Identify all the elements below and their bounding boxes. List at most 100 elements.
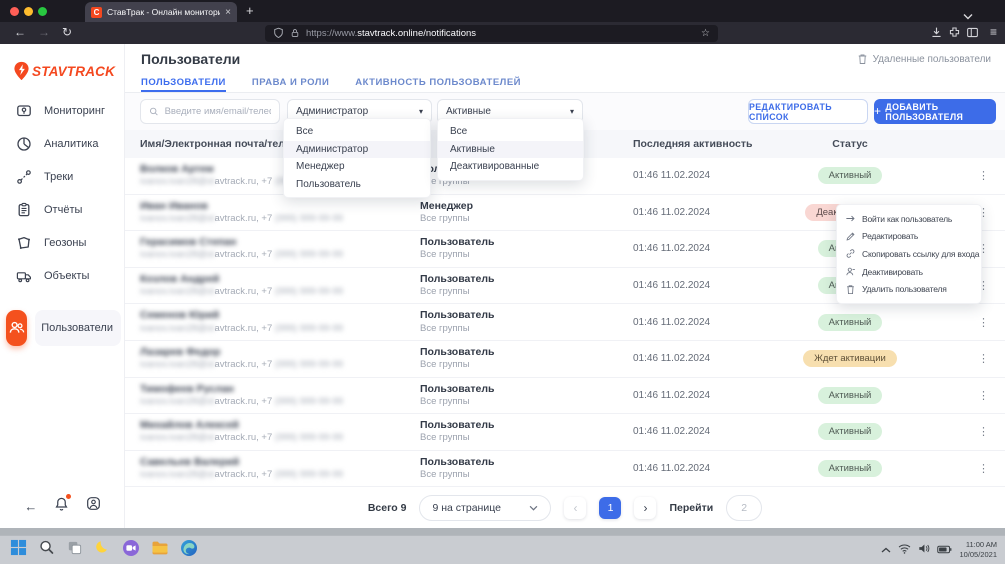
user-role-cell: Пользователь Все группы bbox=[420, 309, 633, 334]
user-email: ivanov.ivan28@stavtrack.ru, +7 (999) 999… bbox=[140, 286, 420, 298]
tab-item[interactable]: ПОЛЬЗОВАТЕЛИ bbox=[141, 72, 226, 92]
sidebar-toggle-icon[interactable] bbox=[966, 26, 979, 44]
goto-label: Перейти bbox=[669, 502, 713, 514]
row-menu-button[interactable]: ⋮ bbox=[978, 279, 1005, 292]
sidebar-item-analytics[interactable]: Аналитика bbox=[0, 127, 125, 160]
sidebar-menu: Мониторинг Аналитика Треки Отчёты Геозон… bbox=[0, 94, 125, 346]
column-activity: Последняя активность bbox=[633, 138, 790, 150]
notifications-bell-icon[interactable] bbox=[54, 496, 69, 517]
sidebar-item-monitoring[interactable]: Мониторинг bbox=[0, 94, 125, 127]
edit-list-button[interactable]: РЕДАКТИРОВАТЬ СПИСОК bbox=[748, 99, 868, 124]
status-cell: Активный bbox=[790, 167, 910, 184]
user-name-cell: Лазарев Федор ivanov.ivan28@stavtrack.ru… bbox=[140, 346, 420, 371]
login-as-user-item[interactable]: Войти как пользователь bbox=[837, 210, 981, 228]
row-menu-button[interactable]: ⋮ bbox=[978, 389, 1005, 402]
download-icon[interactable] bbox=[930, 26, 943, 44]
dropdown-option[interactable]: Деактивированные bbox=[438, 158, 583, 176]
sidebar-item-geozones[interactable]: Геозоны bbox=[0, 226, 125, 259]
battery-icon[interactable] bbox=[937, 541, 952, 559]
delete-user-item[interactable]: Удалить пользователя bbox=[837, 280, 981, 298]
lock-icon[interactable] bbox=[290, 27, 300, 39]
status-cell: Ждет активации bbox=[790, 350, 910, 367]
row-menu-button[interactable]: ⋮ bbox=[978, 206, 1005, 219]
tab-item[interactable]: АКТИВНОСТЬ ПОЛЬЗОВАТЕЛЕЙ bbox=[355, 72, 521, 92]
chevron-down-icon: ▾ bbox=[570, 107, 574, 116]
last-activity: 01:46 11.02.2024 bbox=[633, 426, 790, 437]
row-menu-button[interactable]: ⋮ bbox=[978, 316, 1005, 329]
deleted-users-link[interactable]: Удаленные пользователи bbox=[857, 53, 991, 65]
tray-chevron-up-icon[interactable] bbox=[881, 541, 891, 559]
copy-login-link-item[interactable]: Скопировать ссылку для входа bbox=[837, 245, 981, 263]
tab-item[interactable]: ПРАВА И РОЛИ bbox=[252, 72, 329, 92]
new-tab-button[interactable]: + bbox=[246, 3, 254, 18]
user-email: ivanov.ivan28@stavtrack.ru, +7 (999) 999… bbox=[140, 432, 420, 444]
dropdown-option[interactable]: Пользователь bbox=[284, 176, 430, 194]
last-activity: 01:46 11.02.2024 bbox=[633, 243, 790, 254]
goto-page-input[interactable] bbox=[726, 495, 762, 521]
current-page-button[interactable]: 1 bbox=[599, 497, 621, 519]
user-name: Иван Иванов bbox=[140, 200, 420, 213]
moon-app-icon[interactable] bbox=[94, 539, 111, 561]
reload-button[interactable]: ↻ bbox=[62, 25, 72, 39]
sidebar-item-objects[interactable]: Объекты bbox=[0, 259, 125, 292]
browser-tab[interactable]: C СтавТрак - Онлайн мониторин × bbox=[85, 2, 237, 22]
user-name: Герасимов Степан bbox=[140, 236, 420, 249]
extensions-puzzle-icon[interactable] bbox=[948, 26, 961, 44]
sidebar-item-label: Треки bbox=[44, 171, 73, 183]
total-count: Всего 9 bbox=[368, 502, 407, 514]
window-zoom-button[interactable] bbox=[38, 7, 47, 16]
file-explorer-icon[interactable] bbox=[151, 540, 169, 561]
start-button-icon[interactable] bbox=[10, 539, 27, 561]
next-page-button[interactable]: › bbox=[634, 497, 656, 519]
volume-icon[interactable] bbox=[918, 541, 930, 559]
forward-button[interactable]: → bbox=[38, 25, 50, 39]
wifi-icon[interactable] bbox=[898, 541, 911, 559]
sidebar-item-reports[interactable]: Отчёты bbox=[0, 193, 125, 226]
taskbar-clock[interactable]: 11:00 AM 10/05/2021 bbox=[959, 540, 997, 560]
edit-user-item[interactable]: Редактировать bbox=[837, 228, 981, 246]
row-menu-button[interactable]: ⋮ bbox=[978, 462, 1005, 475]
tab-close-icon[interactable]: × bbox=[225, 7, 231, 18]
sidebar-item-users[interactable]: Пользователи bbox=[0, 310, 125, 346]
dropdown-option[interactable]: Менеджер bbox=[284, 158, 430, 176]
dropdown-option[interactable]: Все bbox=[284, 123, 430, 141]
row-menu-button[interactable]: ⋮ bbox=[978, 169, 1005, 182]
last-activity: 01:46 11.02.2024 bbox=[633, 390, 790, 401]
dropdown-option[interactable]: Администратор bbox=[284, 141, 430, 159]
row-menu-button[interactable]: ⋮ bbox=[978, 425, 1005, 438]
dropdown-option[interactable]: Активные bbox=[438, 141, 583, 159]
user-name: Михайлов Алексей bbox=[140, 419, 420, 432]
url-bar[interactable]: https://www.stavtrack.online/notificatio… bbox=[265, 25, 718, 42]
browser-menu-icon[interactable]: ≡ bbox=[990, 25, 997, 39]
monitoring-icon bbox=[16, 103, 32, 119]
dropdown-option[interactable]: Все bbox=[438, 123, 583, 141]
analytics-icon bbox=[16, 136, 32, 152]
prev-page-button[interactable]: ‹ bbox=[564, 497, 586, 519]
row-menu-button[interactable]: ⋮ bbox=[978, 242, 1005, 255]
video-chat-app-icon[interactable] bbox=[122, 539, 140, 562]
profile-icon[interactable] bbox=[86, 496, 101, 516]
window-close-button[interactable] bbox=[10, 7, 19, 16]
bookmark-star-icon[interactable]: ☆ bbox=[701, 28, 710, 39]
page-size-select[interactable]: 9 на странице bbox=[419, 495, 551, 521]
user-name: Лазарев Федор bbox=[140, 346, 420, 359]
app-logo[interactable]: STAVTRACK bbox=[13, 61, 115, 81]
task-view-icon[interactable] bbox=[66, 539, 83, 561]
window-minimize-button[interactable] bbox=[24, 7, 33, 16]
user-name-cell: Иван Иванов ivanov.ivan28@stavtrack.ru, … bbox=[140, 200, 420, 225]
search-field[interactable] bbox=[165, 106, 271, 117]
add-user-button[interactable]: + ДОБАВИТЬ ПОЛЬЗОВАТЕЛЯ bbox=[874, 99, 996, 124]
trash-icon bbox=[845, 284, 856, 295]
deactivate-user-item[interactable]: Деактивировать bbox=[837, 263, 981, 281]
back-button[interactable]: ← bbox=[14, 25, 26, 39]
edge-browser-icon[interactable] bbox=[180, 539, 198, 562]
collapse-sidebar-icon[interactable]: ← bbox=[24, 499, 37, 514]
row-menu-button[interactable]: ⋮ bbox=[978, 352, 1005, 365]
search-input[interactable] bbox=[140, 99, 280, 124]
sidebar-item-tracks[interactable]: Треки bbox=[0, 160, 125, 193]
user-role-cell: Пользователь Все группы bbox=[420, 236, 633, 261]
user-role-cell: Пользователь Все группы bbox=[420, 383, 633, 408]
shield-icon[interactable] bbox=[273, 27, 284, 39]
sidebar: STAVTRACK Мониторинг Аналитика Треки Отч… bbox=[0, 44, 125, 528]
search-taskbar-icon[interactable] bbox=[38, 539, 55, 561]
